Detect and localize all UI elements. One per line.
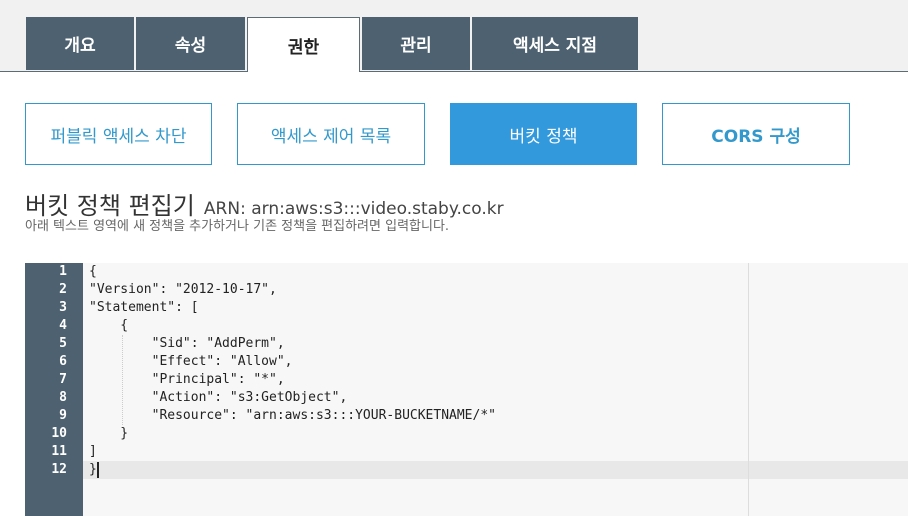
code-line: "Sid": "AddPerm", bbox=[89, 336, 285, 351]
block-public-access-button[interactable]: 퍼블릭 액세스 차단 bbox=[25, 103, 212, 165]
line-number: 5 bbox=[59, 336, 67, 351]
code-line: } bbox=[89, 426, 129, 441]
code-line: { bbox=[89, 264, 97, 279]
line-number: 10 bbox=[51, 426, 67, 441]
code-line: } bbox=[89, 462, 97, 477]
policy-editor[interactable]: 1 2 3 4 5 6 7 8 9 10 11 12 {"Version": "2012-10-17"… bbox=[25, 263, 908, 516]
code-line: "Statement": [ bbox=[89, 300, 199, 315]
line-number: 9 bbox=[59, 408, 67, 423]
line-number: 4 bbox=[59, 318, 67, 333]
tab-bar: 개요 속성 권한 관리 액세스 지점 bbox=[0, 0, 908, 72]
line-number: 2 bbox=[59, 282, 67, 297]
tab-permissions[interactable]: 권한 bbox=[247, 17, 360, 72]
bucket-policy-button[interactable]: 버킷 정책 bbox=[450, 103, 637, 165]
access-control-list-button[interactable]: 액세스 제어 목록 bbox=[237, 103, 425, 165]
line-number: 11 bbox=[51, 444, 67, 459]
tab-access-points[interactable]: 액세스 지점 bbox=[472, 17, 638, 70]
code-line: "Version": "2012-10-17", bbox=[89, 282, 277, 297]
line-number: 8 bbox=[59, 390, 67, 405]
code-line: "Effect": "Allow", bbox=[89, 354, 293, 369]
code-area[interactable]: {"Version": "2012-10-17", "Statement": [ … bbox=[83, 263, 908, 516]
tab-bar-divider bbox=[0, 71, 908, 72]
line-number: 1 bbox=[59, 264, 67, 279]
tab-management[interactable]: 관리 bbox=[362, 17, 470, 70]
cors-configuration-button[interactable]: CORS 구성 bbox=[662, 103, 850, 165]
indent-guide bbox=[122, 335, 123, 425]
line-number: 6 bbox=[59, 354, 67, 369]
code-line: { bbox=[89, 318, 129, 333]
line-number: 12 bbox=[51, 462, 67, 477]
tab-properties[interactable]: 속성 bbox=[136, 17, 245, 70]
editor-description: 아래 텍스트 영역에 새 정책을 추가하거나 기존 정책을 편집하려면 입력합니… bbox=[25, 219, 450, 234]
code-line: "Action": "s3:GetObject", bbox=[89, 390, 348, 405]
code-line: ] bbox=[89, 444, 97, 459]
line-number-gutter: 1 2 3 4 5 6 7 8 9 10 11 12 bbox=[25, 263, 83, 516]
line-number: 3 bbox=[59, 300, 67, 315]
text-cursor bbox=[97, 462, 99, 478]
code-line: "Resource": "arn:aws:s3:::YOUR-BUCKETNAM… bbox=[89, 408, 496, 423]
line-number: 7 bbox=[59, 372, 67, 387]
code-line: "Principal": "*", bbox=[89, 372, 285, 387]
tab-overview[interactable]: 개요 bbox=[26, 17, 134, 70]
